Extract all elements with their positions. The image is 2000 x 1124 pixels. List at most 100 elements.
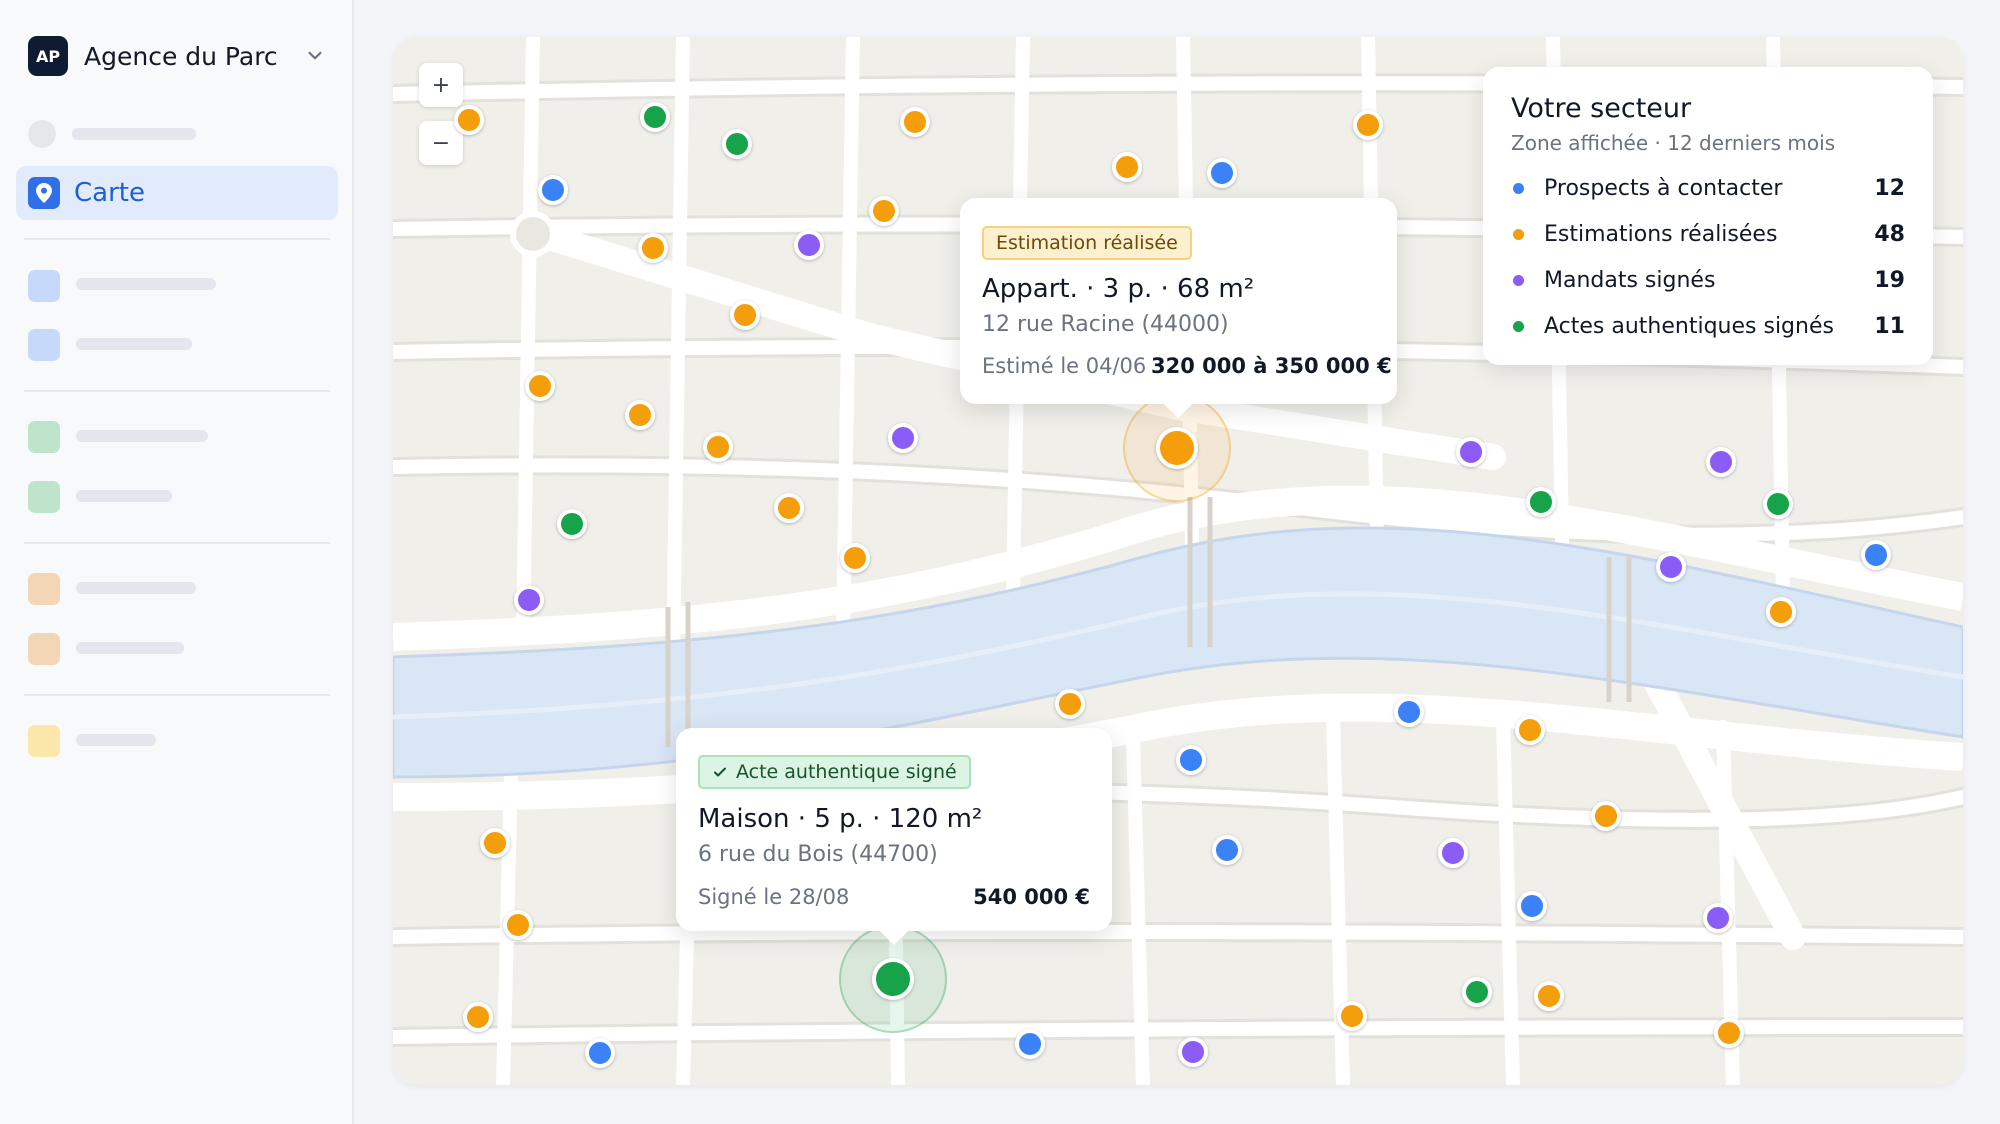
nav-placeholder-icon[interactable] bbox=[28, 481, 60, 513]
nav-placeholder-label bbox=[76, 642, 184, 654]
estimation-marker[interactable] bbox=[900, 107, 930, 137]
acte-marker[interactable] bbox=[1763, 489, 1793, 519]
estimation-marker[interactable] bbox=[774, 493, 804, 523]
prospect-marker[interactable] bbox=[1861, 540, 1891, 570]
legend-row-estimations[interactable]: Estimations réalisées 48 bbox=[1511, 219, 1905, 249]
estimation-marker[interactable] bbox=[638, 233, 668, 263]
prospect-marker[interactable] bbox=[585, 1038, 615, 1068]
selected-acte-marker[interactable] bbox=[872, 958, 914, 1000]
nav-placeholder-icon[interactable] bbox=[28, 633, 60, 665]
nav-placeholder-icon[interactable] bbox=[28, 270, 60, 302]
sidebar-item-carte[interactable]: Carte bbox=[16, 166, 338, 220]
zoom-in-button[interactable]: + bbox=[419, 63, 463, 107]
acte-marker[interactable] bbox=[1462, 977, 1492, 1007]
estimation-marker[interactable] bbox=[1112, 152, 1142, 182]
divider bbox=[24, 694, 330, 696]
prospect-marker[interactable] bbox=[1176, 745, 1206, 775]
selected-estimation-marker[interactable] bbox=[1156, 427, 1198, 469]
estimation-marker[interactable] bbox=[1055, 689, 1085, 719]
acte-popup: Acte authentique signé Maison · 5 p. · 1… bbox=[676, 728, 1112, 946]
estimation-marker[interactable] bbox=[480, 828, 510, 858]
legend-count: 12 bbox=[1874, 175, 1905, 201]
prospect-marker[interactable] bbox=[1207, 158, 1237, 188]
divider bbox=[24, 542, 330, 544]
nav-placeholder-icon[interactable] bbox=[28, 573, 60, 605]
estimation-marker[interactable] bbox=[525, 371, 555, 401]
estimation-marker[interactable] bbox=[1766, 597, 1796, 627]
mandat-marker[interactable] bbox=[1438, 838, 1468, 868]
prospect-dot-icon bbox=[1513, 182, 1524, 194]
legend-label: Estimations réalisées bbox=[1544, 221, 1778, 247]
legend-label: Mandats signés bbox=[1544, 267, 1716, 293]
property-title: Appart. · 3 p. · 68 m² bbox=[982, 274, 1255, 304]
legend-row-actes[interactable]: Actes authentiques signés 11 bbox=[1511, 311, 1905, 341]
mandat-marker[interactable] bbox=[888, 423, 918, 453]
legend-label: Actes authentiques signés bbox=[1544, 313, 1834, 339]
legend-count: 48 bbox=[1874, 221, 1905, 247]
nav-placeholder-label bbox=[76, 430, 208, 442]
prospect-marker[interactable] bbox=[1212, 835, 1242, 865]
estimation-marker[interactable] bbox=[625, 400, 655, 430]
prospect-marker[interactable] bbox=[1015, 1029, 1045, 1059]
mandat-marker[interactable] bbox=[794, 230, 824, 260]
legend-subtitle: Zone affichée · 12 derniers mois bbox=[1511, 131, 1836, 155]
acte-marker[interactable] bbox=[722, 129, 752, 159]
nav-placeholder-label bbox=[76, 278, 216, 290]
chevron-down-icon bbox=[308, 51, 322, 60]
signature-date: Signé le 28/08 bbox=[698, 885, 850, 909]
sale-price: 540 000 € bbox=[973, 885, 1090, 909]
property-address: 6 rue du Bois (44700) bbox=[698, 842, 938, 867]
mandat-marker[interactable] bbox=[1456, 437, 1486, 467]
estimation-dot-icon bbox=[1513, 228, 1524, 240]
prospect-marker[interactable] bbox=[538, 175, 568, 205]
estimation-marker[interactable] bbox=[1337, 1001, 1367, 1031]
estimation-marker[interactable] bbox=[1534, 981, 1564, 1011]
acte-marker[interactable] bbox=[557, 509, 587, 539]
acte-marker[interactable] bbox=[1526, 487, 1556, 517]
estimation-marker[interactable] bbox=[1714, 1018, 1744, 1048]
prospect-marker[interactable] bbox=[1517, 891, 1547, 921]
nav-placeholder-icon[interactable] bbox=[28, 725, 60, 757]
mandat-dot-icon bbox=[1513, 274, 1524, 286]
mandat-marker[interactable] bbox=[1703, 903, 1733, 933]
estimation-marker[interactable] bbox=[1591, 801, 1621, 831]
acte-marker[interactable] bbox=[640, 102, 670, 132]
map-pin-icon bbox=[28, 177, 60, 209]
estimation-marker[interactable] bbox=[730, 300, 760, 330]
mandat-marker[interactable] bbox=[1656, 552, 1686, 582]
nav-placeholder-label bbox=[76, 734, 156, 746]
agency-switcher[interactable]: AP Agence du Parc bbox=[28, 36, 328, 76]
estimation-marker[interactable] bbox=[454, 105, 484, 135]
estimation-marker[interactable] bbox=[463, 1002, 493, 1032]
prospect-marker[interactable] bbox=[1394, 697, 1424, 727]
estimation-date: Estimé le 04/06 bbox=[982, 354, 1147, 378]
legend-row-prospects[interactable]: Prospects à contacter 12 bbox=[1511, 173, 1905, 203]
legend-title: Votre secteur bbox=[1511, 93, 1692, 124]
estimation-price: 320 000 à 350 000 € bbox=[1151, 354, 1392, 378]
property-address: 12 rue Racine (44000) bbox=[982, 312, 1229, 337]
nav-placeholder-label bbox=[76, 490, 172, 502]
nav-placeholder-icon[interactable] bbox=[28, 329, 60, 361]
legend-row-mandats[interactable]: Mandats signés 19 bbox=[1511, 265, 1905, 295]
estimation-marker[interactable] bbox=[1353, 110, 1383, 140]
estimation-marker[interactable] bbox=[503, 910, 533, 940]
estimation-marker[interactable] bbox=[840, 543, 870, 573]
mandat-marker[interactable] bbox=[514, 585, 544, 615]
legend-count: 11 bbox=[1874, 313, 1905, 339]
estimation-marker[interactable] bbox=[1515, 715, 1545, 745]
nav-placeholder-label bbox=[76, 582, 196, 594]
nav-placeholder-icon bbox=[28, 120, 56, 148]
divider bbox=[24, 390, 330, 392]
estimation-popup: Estimation réalisée Appart. · 3 p. · 68 … bbox=[960, 198, 1397, 419]
acte-dot-icon bbox=[1513, 320, 1524, 332]
sidebar: AP Agence du Parc Carte bbox=[0, 0, 354, 1124]
legend-label: Prospects à contacter bbox=[1544, 175, 1783, 201]
estimation-marker[interactable] bbox=[869, 196, 899, 226]
legend-count: 19 bbox=[1874, 267, 1905, 293]
estimation-marker[interactable] bbox=[703, 432, 733, 462]
agency-logo: AP bbox=[28, 36, 68, 76]
nav-placeholder-icon[interactable] bbox=[28, 421, 60, 453]
mandat-marker[interactable] bbox=[1706, 447, 1736, 477]
sidebar-item-label: Carte bbox=[74, 178, 145, 208]
mandat-marker[interactable] bbox=[1178, 1037, 1208, 1067]
